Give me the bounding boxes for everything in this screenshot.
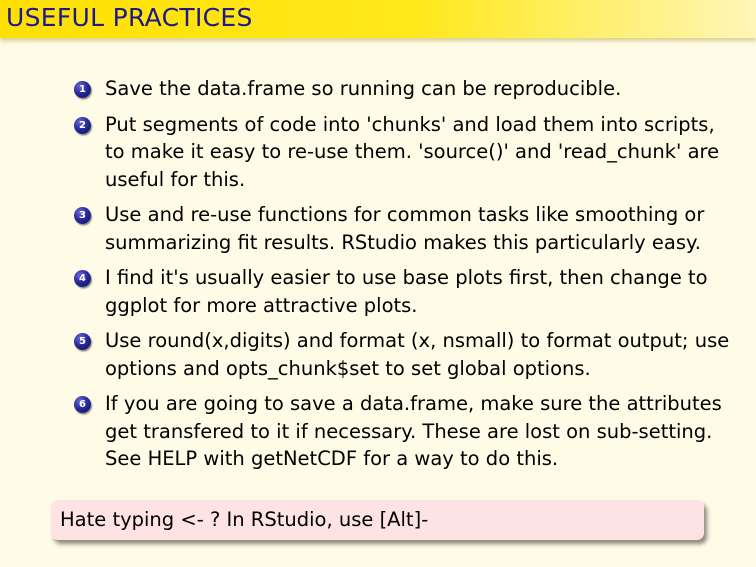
list-item-text: Put segments of code into 'chunks' and l… [105, 112, 720, 191]
list-item: 5 Use round(x,digits) and format (x, nsm… [74, 327, 734, 382]
numbered-bullet-icon: 2 [74, 116, 91, 134]
numbered-bullet-icon: 5 [74, 333, 91, 350]
list-item: 3 Use and re-use functions for common ta… [74, 201, 734, 256]
tip-box: Hate typing <- ? In RStudio, use [Alt]- [51, 500, 704, 540]
tip-text: Hate typing <- ? In RStudio, use [Alt]- [60, 508, 429, 531]
numbered-bullet-icon: 3 [74, 207, 91, 224]
list-item-text: Save the data.frame so running can be re… [105, 77, 622, 100]
numbered-bullet-icon: 4 [74, 270, 91, 287]
slide-title: USEFUL PRACTICES [6, 3, 253, 32]
slide: USEFUL PRACTICES 1 Save the data.frame s… [0, 0, 756, 567]
list-item: 1 Save the data.frame so running can be … [74, 75, 734, 103]
list-item: 4 I find it's usually easier to use base… [74, 264, 734, 319]
list-item-text: If you are going to save a data.frame, m… [105, 392, 722, 470]
practices-list: 1 Save the data.frame so running can be … [74, 75, 734, 481]
list-item-text: I find it's usually easier to use base p… [105, 266, 708, 317]
numbered-bullet-icon: 1 [74, 81, 91, 98]
numbered-bullet-icon: 6 [74, 396, 91, 413]
list-item-text: Use round(x,digits) and format (x, nsmal… [105, 329, 730, 380]
title-bar: USEFUL PRACTICES [0, 0, 756, 38]
list-item-text: Use and re-use functions for common task… [105, 203, 705, 254]
list-item: 2 Put segments of code into 'chunks' and… [74, 111, 734, 194]
list-item: 6 If you are going to save a data.frame,… [74, 390, 734, 473]
